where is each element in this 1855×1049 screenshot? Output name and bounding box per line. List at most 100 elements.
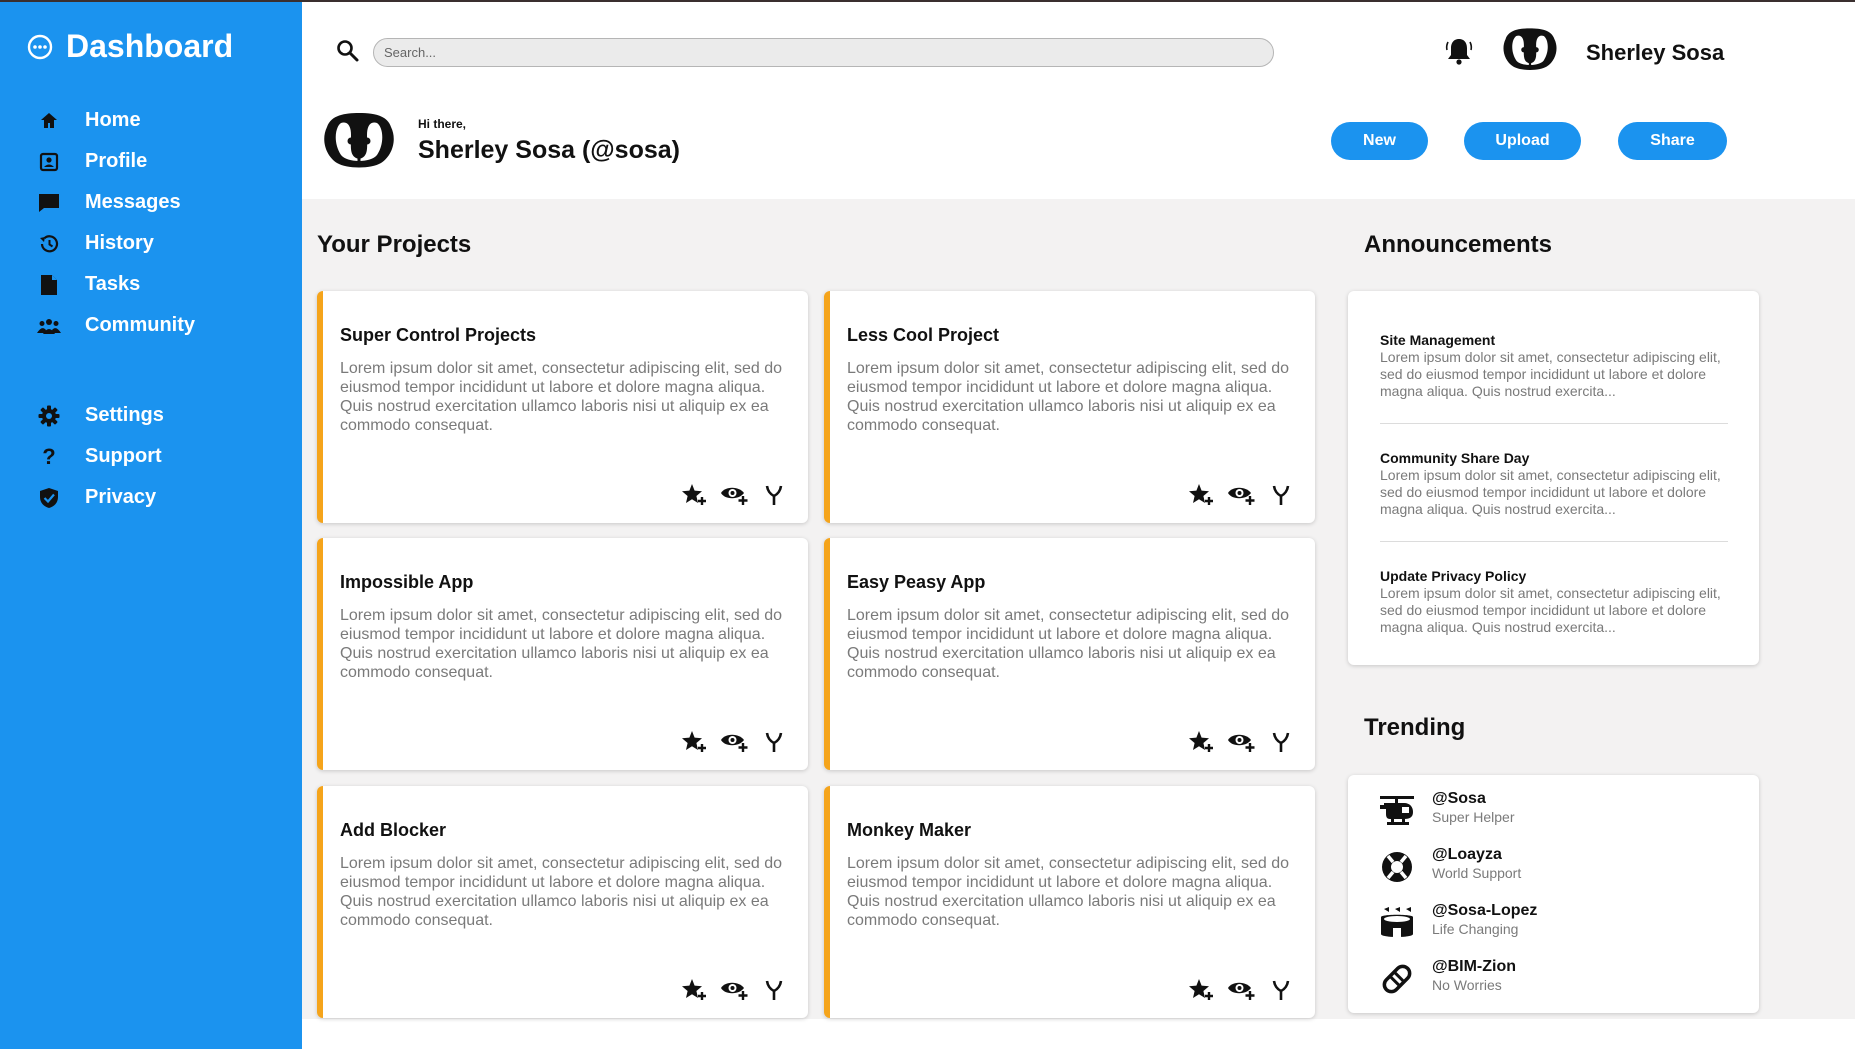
star-add-icon[interactable] (1187, 728, 1215, 756)
fork-icon[interactable] (1267, 976, 1295, 1004)
trending-title: Trending (1364, 714, 1466, 741)
star-add-icon[interactable] (1187, 976, 1215, 1004)
helicopter-icon (1378, 792, 1416, 830)
announcement-title: Site Management (1380, 332, 1496, 348)
nav-label: Privacy (85, 486, 157, 508)
watch-add-icon[interactable] (720, 728, 748, 756)
project-actions (1175, 481, 1295, 509)
watch-add-icon[interactable] (1227, 481, 1255, 509)
project-title: Impossible App (340, 572, 474, 592)
fork-icon[interactable] (760, 976, 788, 1004)
community-icon (37, 314, 61, 338)
avatar-icon[interactable] (1501, 26, 1559, 72)
fork-icon[interactable] (760, 728, 788, 756)
trending-subtitle: No Worries (1432, 977, 1502, 993)
greeting-header: Hi there, Sherley Sosa (@sosa) New Uploa… (302, 100, 1855, 199)
project-title: Less Cool Project (847, 325, 1000, 345)
announcement-desc: Lorem ipsum dolor sit amet, consectetur … (1380, 349, 1721, 399)
main-content: Your Projects Announcements Super Contro… (302, 199, 1855, 1019)
watch-add-icon[interactable] (720, 976, 748, 1004)
project-actions (668, 976, 788, 1004)
profile-icon (37, 150, 61, 174)
stadium-icon (1378, 904, 1416, 942)
nav-item-tasks[interactable]: Tasks (0, 264, 302, 305)
greeting-hi: Hi there, (418, 117, 467, 131)
project-actions (1175, 728, 1295, 756)
nav-item-profile[interactable]: Profile (0, 141, 302, 182)
nav-label: Tasks (85, 273, 141, 295)
tasks-icon (37, 273, 61, 297)
announcement-item[interactable]: Site Management Lorem ipsum dolor sit am… (1380, 332, 1728, 400)
trending-handle: @Loayza (1432, 846, 1502, 863)
brand[interactable]: Dashboard (27, 28, 233, 65)
trending-item[interactable]: @Sosa-Lopez Life Changing (1378, 902, 1537, 942)
upload-button[interactable]: Upload (1464, 122, 1581, 160)
project-card[interactable]: Less Cool Project Lorem ipsum dolor sit a… (824, 291, 1315, 523)
project-actions (668, 481, 788, 509)
announcement-item[interactable]: Update Privacy Policy Lorem ipsum dolor … (1380, 568, 1728, 636)
project-actions (1175, 976, 1295, 1004)
project-desc: Lorem ipsum dolor sit amet, consectetur … (340, 607, 782, 681)
trending-handle: @BIM-Zion (1432, 958, 1517, 975)
project-card[interactable]: Monkey Maker Lorem ipsum dolor sit amet, … (824, 786, 1315, 1018)
nav-label: Home (85, 109, 141, 131)
fork-icon[interactable] (1267, 481, 1295, 509)
divider (1380, 423, 1728, 424)
nav-label: History (85, 232, 154, 254)
project-card[interactable]: Impossible App Lorem ipsum dolor sit amet… (317, 538, 808, 770)
nav-item-support[interactable]: ? Support (0, 436, 302, 477)
star-add-icon[interactable] (1187, 481, 1215, 509)
nav-item-messages[interactable]: Messages (0, 182, 302, 223)
project-card[interactable]: Super Control Projects Lorem ipsum dolor … (317, 291, 808, 523)
nav-item-home[interactable]: Home (0, 100, 302, 141)
fork-icon[interactable] (1267, 728, 1295, 756)
fork-icon[interactable] (760, 481, 788, 509)
avatar-icon (324, 113, 394, 168)
nav-label: Messages (85, 191, 181, 213)
trending-subtitle: World Support (1432, 865, 1522, 881)
watch-add-icon[interactable] (1227, 728, 1255, 756)
announcements-panel: Site Management Lorem ipsum dolor sit am… (1348, 291, 1759, 665)
nav-label: Support (85, 445, 162, 467)
announcement-title: Update Privacy Policy (1380, 568, 1527, 584)
project-title: Easy Peasy App (847, 572, 986, 592)
trending-item[interactable]: @Loayza World Support (1378, 846, 1521, 886)
share-button[interactable]: Share (1618, 122, 1727, 160)
project-title: Super Control Projects (340, 325, 537, 345)
nav-item-community[interactable]: Community (0, 305, 302, 346)
announcement-item[interactable]: Community Share Day Lorem ipsum dolor si… (1380, 450, 1728, 518)
new-button[interactable]: New (1331, 122, 1428, 160)
username[interactable]: Sherley Sosa (1586, 40, 1724, 66)
nav-label: Settings (85, 404, 164, 426)
privacy-icon (37, 486, 61, 510)
messages-icon (37, 191, 61, 215)
project-card[interactable]: Add Blocker Lorem ipsum dolor sit amet, c… (317, 786, 808, 1018)
project-desc: Lorem ipsum dolor sit amet, consectetur … (847, 607, 1289, 681)
trending-subtitle: Life Changing (1432, 921, 1519, 937)
nav-item-history[interactable]: History (0, 223, 302, 264)
trending-item[interactable]: @Sosa Super Helper (1378, 790, 1515, 830)
nav-item-privacy[interactable]: Privacy (0, 477, 302, 518)
nav-item-settings[interactable]: Settings (0, 395, 302, 436)
announcement-desc: Lorem ipsum dolor sit amet, consectetur … (1380, 585, 1721, 635)
watch-add-icon[interactable] (720, 481, 748, 509)
project-desc: Lorem ipsum dolor sit amet, consectetur … (340, 360, 782, 434)
announcement-desc: Lorem ipsum dolor sit amet, consectetur … (1380, 467, 1721, 517)
trending-item[interactable]: @BIM-Zion No Worries (1378, 958, 1516, 998)
trending-handle: @Sosa (1432, 790, 1486, 807)
nav-label: Community (85, 314, 195, 336)
bell-icon[interactable] (1444, 36, 1474, 66)
watch-add-icon[interactable] (1227, 976, 1255, 1004)
search-input[interactable] (373, 38, 1274, 67)
announcement-title: Community Share Day (1380, 450, 1530, 466)
topbar: Sherley Sosa (302, 0, 1855, 100)
star-add-icon[interactable] (680, 481, 708, 509)
search-icon[interactable] (335, 38, 361, 64)
lifebuoy-icon (1378, 848, 1416, 886)
project-desc: Lorem ipsum dolor sit amet, consectetur … (847, 855, 1289, 929)
project-card[interactable]: Easy Peasy App Lorem ipsum dolor sit amet… (824, 538, 1315, 770)
sidebar: Dashboard Home Profile Messages History … (0, 0, 302, 1049)
star-add-icon[interactable] (680, 976, 708, 1004)
star-add-icon[interactable] (680, 728, 708, 756)
main-nav: Home Profile Messages History Tasks Comm… (0, 100, 302, 346)
